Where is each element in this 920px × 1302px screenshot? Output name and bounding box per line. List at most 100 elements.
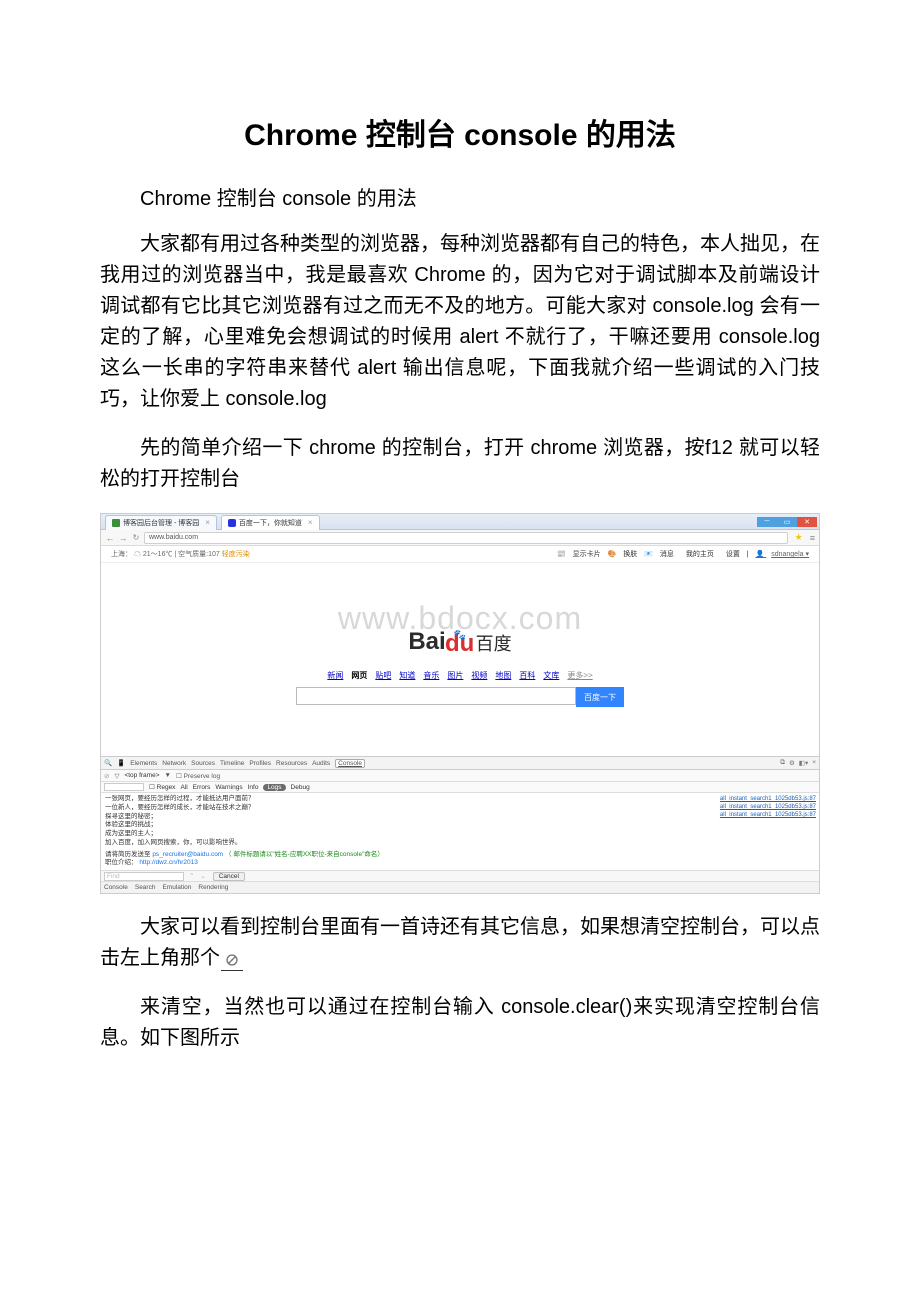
baidu-logo: Bai 🐾 du 百度 <box>101 628 819 656</box>
regex-checkbox[interactable]: ☐ Regex <box>149 783 175 791</box>
favicon-icon <box>228 519 236 527</box>
cancel-button[interactable]: Cancel <box>213 872 245 881</box>
devtools-panel: 🔍 📱 Elements Network Sources Timeline Pr… <box>101 756 819 893</box>
back-button[interactable]: ← <box>105 533 115 543</box>
source-link[interactable]: all_instant_search1_1025db53.js:87 <box>702 811 816 819</box>
window-buttons: ─ ▭ ✕ <box>757 517 817 529</box>
page-content: 上海： ☁ 21～16℃ | 空气质量:107 轻度污染 📰 显示卡片 🎨 换肤… <box>101 546 819 756</box>
browser-tab-2[interactable]: 百度一下，你就知道 × <box>221 515 320 530</box>
top-link[interactable]: 🎨 换肤 <box>608 551 638 558</box>
nav-link[interactable]: 图片 <box>447 670 463 681</box>
url-text: www.baidu.com <box>149 534 198 541</box>
preserve-log-checkbox[interactable]: ☐ Preserve log <box>176 772 220 780</box>
filter-logs-active[interactable]: Logs <box>263 784 285 791</box>
top-link[interactable]: 📧 消息 <box>644 551 674 558</box>
devtools-tab[interactable]: Network <box>162 760 186 767</box>
search-icon[interactable]: 🔍 <box>104 759 112 767</box>
device-icon[interactable]: 📱 <box>117 759 125 767</box>
devtools-tab[interactable]: Sources <box>191 760 215 767</box>
frame-select[interactable]: <top frame> <box>124 772 159 779</box>
filter-all[interactable]: All <box>180 784 187 791</box>
maximize-button[interactable]: ▭ <box>777 517 797 527</box>
nav-link[interactable]: 视频 <box>471 670 487 681</box>
close-devtools-icon[interactable]: × <box>812 759 816 767</box>
find-input[interactable]: Find <box>104 872 184 881</box>
minimize-button[interactable]: ─ <box>757 517 777 527</box>
find-prev-next[interactable]: ⌃ ⌄ <box>189 872 208 880</box>
logo-cn: 百度 <box>476 630 512 656</box>
nav-link[interactable]: 音乐 <box>423 670 439 681</box>
nav-link-active[interactable]: 网页 <box>351 670 367 681</box>
console-body: 一张网页，要经历怎样的过程，才能抵达用户面前？ 一位新人，要经历怎样的成长，才能… <box>101 793 819 870</box>
forward-button[interactable]: → <box>118 533 128 543</box>
search-input[interactable] <box>296 687 576 705</box>
browser-tab-1[interactable]: 博客园后台管理 - 博客园 × <box>105 515 217 530</box>
search-button[interactable]: 百度一下 <box>576 687 624 707</box>
drawer-icon[interactable]: ⧉ <box>780 759 785 767</box>
filter-debug[interactable]: Debug <box>291 784 310 791</box>
nav-link[interactable]: 新闻 <box>327 670 343 681</box>
paragraph-2: 先的简单介绍一下 chrome 的控制台，打开 chrome 浏览器，按f12 … <box>100 433 820 495</box>
console-line: 加入百度，加入网页搜索，你，可以影响世界。 <box>105 839 695 848</box>
devtools-filter-row: ☐ Regex All Errors Warnings Info Logs De… <box>101 782 819 793</box>
drawer-tab[interactable]: Emulation <box>162 884 191 891</box>
dropdown-icon[interactable]: ▼ <box>165 772 171 779</box>
nav-link[interactable]: 贴吧 <box>375 670 391 681</box>
gear-icon[interactable]: ⚙ <box>789 759 795 767</box>
filter-errors[interactable]: Errors <box>193 784 211 791</box>
nav-link[interactable]: 百科 <box>519 670 535 681</box>
source-link[interactable]: all_instant_search1_1025db53.js:87 <box>702 795 816 803</box>
devtools-drawer-tabs: Console Search Emulation Rendering <box>101 882 819 893</box>
source-link[interactable]: all_instant_search1_1025db53.js:87 <box>702 803 816 811</box>
header-info-bar: 上海： ☁ 21～16℃ | 空气质量:107 轻度污染 📰 显示卡片 🎨 换肤… <box>101 546 819 563</box>
devtools-tab[interactable]: Profiles <box>249 760 271 767</box>
logo-bai: Bai <box>408 628 445 656</box>
top-links: 📰 显示卡片 🎨 换肤 📧 消息 我的主页 设置 | 👤 sdnangela ▾ <box>552 549 809 559</box>
filter-icon[interactable]: ▽ <box>114 772 119 780</box>
weather-info: 上海： ☁ 21～16℃ | 空气质量:107 轻度污染 <box>111 549 250 559</box>
nav-link[interactable]: 知道 <box>399 670 415 681</box>
air-quality-warn: 轻度污染 <box>222 551 250 558</box>
devtools-subbar: ⊘ ▽ <top frame> ▼ ☐ Preserve log <box>101 770 819 782</box>
devtools-tab-active[interactable]: Console <box>335 759 365 768</box>
filter-info[interactable]: Info <box>248 784 259 791</box>
paragraph-3: 大家可以看到控制台里面有一首诗还有其它信息，如果想清空控制台，可以点击左上角那个 <box>100 912 820 974</box>
drawer-tab[interactable]: Rendering <box>198 884 228 891</box>
devtools-tab[interactable]: Elements <box>130 760 157 767</box>
nav-more[interactable]: 更多>> <box>567 670 592 681</box>
top-link[interactable]: 我的主页 <box>681 551 714 558</box>
drawer-tab[interactable]: Console <box>104 884 128 891</box>
dock-icon[interactable]: ◧▾ <box>799 759 808 767</box>
url-input[interactable]: www.baidu.com <box>144 532 788 544</box>
nav-links: 新闻 网页 贴吧 知道 音乐 图片 视频 地图 百科 文库 更多>> <box>101 670 819 681</box>
menu-icon[interactable]: ≡ <box>810 533 815 543</box>
devtools-tab[interactable]: Timeline <box>220 760 244 767</box>
email-link[interactable]: ps_recruiter@baidu.com <box>152 851 223 858</box>
clear-console-icon[interactable]: ⊘ <box>104 772 109 780</box>
filter-warnings[interactable]: Warnings <box>215 784 242 791</box>
close-window-button[interactable]: ✕ <box>797 517 817 527</box>
bookmark-star-icon[interactable]: ★ <box>795 532 803 543</box>
find-bar: Find ⌃ ⌄ Cancel <box>101 870 819 882</box>
nav-link[interactable]: 地图 <box>495 670 511 681</box>
reload-button[interactable]: ↻ <box>131 533 141 542</box>
close-tab-icon[interactable]: × <box>205 518 210 527</box>
drawer-tab[interactable]: Search <box>135 884 156 891</box>
devtools-tab[interactable]: Audits <box>312 760 330 767</box>
job-link[interactable]: http://dwz.cn/hr2013 <box>139 859 198 866</box>
console-line: 职位介绍： http://dwz.cn/hr2013 <box>105 859 695 868</box>
filter-input[interactable] <box>104 783 144 791</box>
console-line: 成为这里的主人； <box>105 830 695 839</box>
user-link[interactable]: 👤 sdnangela ▾ <box>756 551 809 558</box>
paragraph-1: 大家都有用过各种类型的浏览器，每种浏览器都有自己的特色，本人拙见，在我用过的浏览… <box>100 229 820 415</box>
search-row: 百度一下 <box>101 687 819 707</box>
clear-console-icon <box>221 951 243 971</box>
top-link[interactable]: 📰 显示卡片 <box>557 551 601 558</box>
favicon-icon <box>112 519 120 527</box>
close-tab-icon[interactable]: × <box>308 518 313 527</box>
console-line: 一张网页，要经历怎样的过程，才能抵达用户面前？ <box>105 795 695 804</box>
devtools-tab[interactable]: Resources <box>276 760 307 767</box>
console-sources: all_instant_search1_1025db53.js:87 all_i… <box>699 793 819 870</box>
top-link[interactable]: 设置 <box>721 551 740 558</box>
nav-link[interactable]: 文库 <box>543 670 559 681</box>
